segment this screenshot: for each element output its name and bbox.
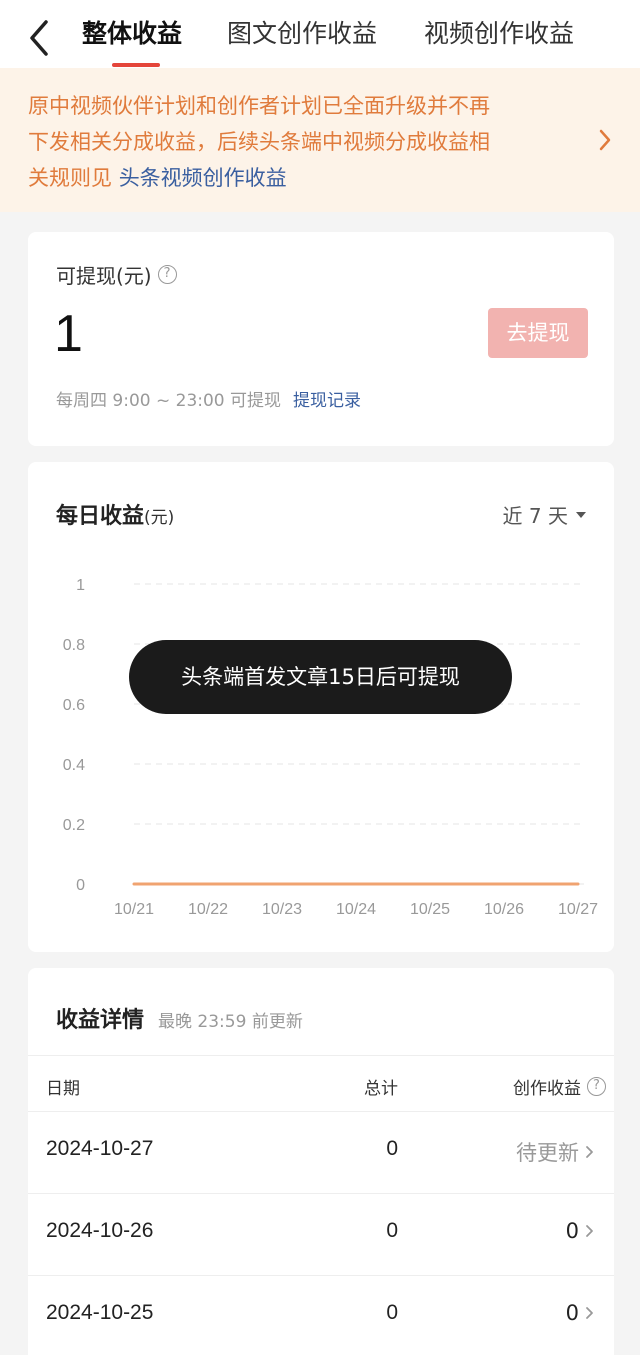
notice-rules-link[interactable]: 头条视频创作收益 [119, 166, 287, 190]
daily-income-title-text: 每日收益 [56, 504, 145, 529]
tab-video-income[interactable]: 视频创作收益 [424, 14, 574, 54]
row-total: 0 [386, 1219, 398, 1242]
active-tab-indicator [112, 63, 160, 67]
y-tick-label: 1 [76, 577, 85, 594]
row-creation: 0 [566, 1219, 594, 1243]
row-creation-value: 待更新 [516, 1141, 579, 1165]
row-creation-value: 0 [565, 1301, 579, 1325]
range-select-label: 近 7 天 [502, 504, 568, 528]
withdrawable-label: 可提现(元) ? [56, 260, 177, 289]
row-total: 0 [386, 1137, 398, 1160]
notice-line-2: 下发相关分成收益，后续头条端中视频分成收益相 [28, 130, 490, 154]
withdraw-schedule: 每周四 9:00 ~ 23:00 可提现 [56, 391, 282, 411]
tab-overall-income[interactable]: 整体收益 [82, 14, 182, 54]
range-select[interactable]: 近 7 天 [503, 500, 586, 529]
x-tick-label: 10/25 [410, 901, 450, 918]
x-tick-label: 10/26 [484, 901, 524, 918]
row-creation: 待更新 [516, 1137, 594, 1167]
toast-message: 头条端首发文章15日后可提现 [129, 640, 512, 714]
withdrawable-amount: 1 [54, 305, 83, 363]
column-header-creation-label: 创作收益 [513, 1079, 581, 1099]
notice-banner[interactable]: 原中视频伙伴计划和创作者计划已全面升级并不再 下发相关分成收益，后续头条端中视频… [0, 68, 640, 212]
y-tick-label: 0.6 [63, 697, 85, 714]
withdrawable-label-text: 可提现(元) [56, 264, 152, 288]
caret-down-icon [576, 511, 586, 518]
row-creation: 0 [566, 1301, 594, 1325]
chevron-right-icon [586, 1146, 593, 1158]
y-tick-label: 0.8 [63, 637, 85, 654]
table-row[interactable]: 2024-10-25 0 0 [28, 1275, 614, 1355]
y-tick-label: 0 [76, 877, 85, 894]
income-details-title-text: 收益详情 [56, 1008, 145, 1033]
table-row[interactable]: 2024-10-27 0 待更新 [28, 1111, 614, 1193]
row-total: 0 [386, 1301, 398, 1324]
column-header-creation: 创作收益 ? [513, 1074, 606, 1099]
withdraw-button[interactable]: 去提现 [488, 308, 588, 358]
back-button[interactable] [22, 18, 58, 58]
help-icon[interactable]: ? [587, 1077, 606, 1096]
notice-line-1: 原中视频伙伴计划和创作者计划已全面升级并不再 [28, 94, 490, 118]
notice-line-3-prefix: 关规则见 [28, 166, 119, 190]
y-tick-label: 0.4 [63, 757, 85, 774]
divider [28, 1055, 614, 1056]
row-date: 2024-10-25 [46, 1301, 154, 1324]
daily-income-title: 每日收益(元) [56, 498, 174, 530]
chevron-right-icon [586, 1307, 593, 1319]
column-header-total: 总计 [364, 1079, 398, 1099]
top-bar: 整体收益 图文创作收益 视频创作收益 [0, 0, 640, 68]
income-details-subtitle: 最晚 23:59 前更新 [158, 1012, 303, 1032]
withdraw-hint: 每周四 9:00 ~ 23:00 可提现 提现记录 [56, 386, 361, 411]
column-header-date: 日期 [46, 1079, 80, 1099]
tab-article-income[interactable]: 图文创作收益 [227, 14, 377, 54]
daily-income-unit: (元) [144, 508, 175, 528]
help-icon[interactable]: ? [157, 265, 177, 284]
income-details-title: 收益详情 最晚 23:59 前更新 [56, 1002, 303, 1034]
x-tick-label: 10/23 [262, 901, 302, 918]
x-tick-label: 10/24 [336, 901, 376, 918]
row-creation-value: 0 [565, 1219, 579, 1243]
chevron-right-icon [586, 1225, 593, 1237]
withdraw-card: 可提现(元) ? 1 去提现 每周四 9:00 ~ 23:00 可提现 提现记录 [28, 232, 614, 446]
x-tick-label: 10/21 [114, 901, 154, 918]
row-date: 2024-10-26 [46, 1219, 154, 1242]
table-row[interactable]: 2024-10-26 0 0 [28, 1193, 614, 1275]
notice-line-3: 关规则见 头条视频创作收益 [28, 160, 584, 196]
y-tick-label: 0.2 [63, 817, 85, 834]
row-date: 2024-10-27 [46, 1137, 154, 1160]
x-tick-label: 10/22 [188, 901, 228, 918]
daily-income-chart: 1 0.8 0.6 0.4 0.2 0 10/21 10/22 10/23 10/24 10/25 1… [63, 577, 598, 918]
chevron-left-icon [30, 20, 48, 56]
notice-text: 原中视频伙伴计划和创作者计划已全面升级并不再 下发相关分成收益，后续头条端中视频… [28, 88, 584, 196]
chevron-right-icon [599, 129, 611, 151]
withdraw-record-link[interactable]: 提现记录 [293, 391, 361, 411]
x-tick-label: 10/27 [558, 901, 598, 918]
income-details-card: 收益详情 最晚 23:59 前更新 日期 总计 创作收益 ? 2024-10-27… [28, 968, 614, 1355]
